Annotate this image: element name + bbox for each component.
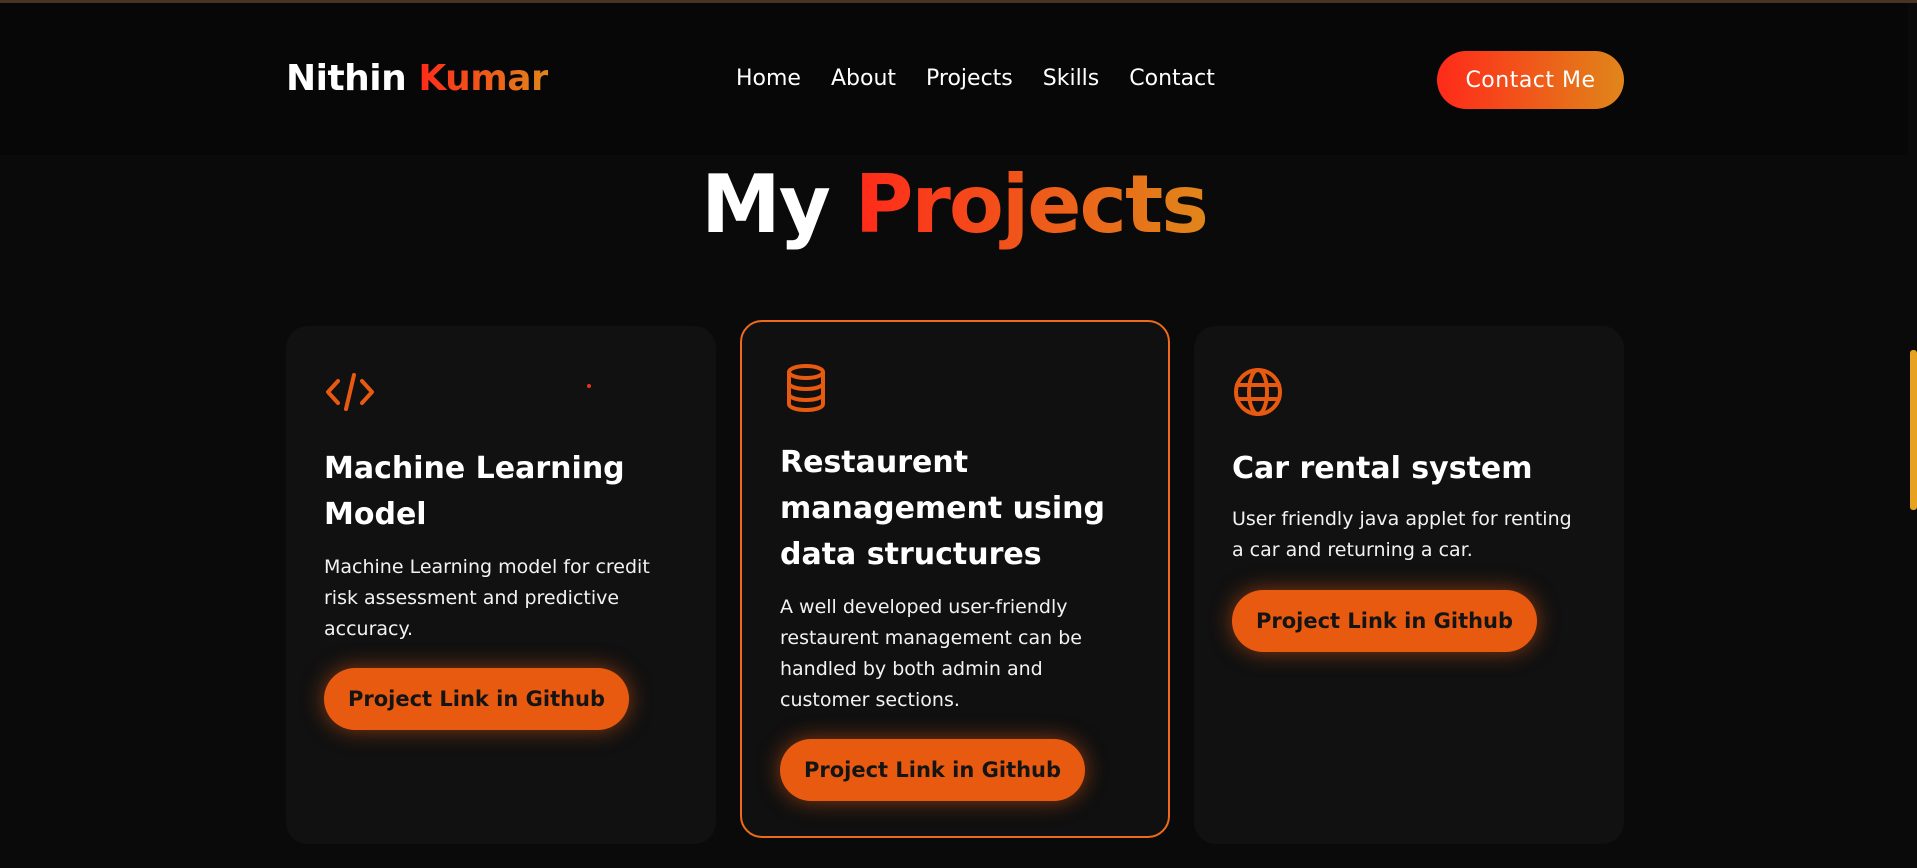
nav-link-about[interactable]: About bbox=[831, 66, 896, 91]
nav-link-projects[interactable]: Projects bbox=[926, 66, 1013, 91]
section-title-accent: Projects bbox=[854, 158, 1209, 251]
contact-me-button[interactable]: Contact Me bbox=[1437, 51, 1624, 109]
github-link-button[interactable]: Project Link in Github bbox=[324, 668, 629, 730]
project-card: Restaurent management using data structu… bbox=[740, 320, 1170, 838]
code-icon bbox=[324, 366, 376, 418]
github-link-button[interactable]: Project Link in Github bbox=[780, 739, 1085, 801]
project-title: Restaurent management using data structu… bbox=[780, 445, 1106, 572]
project-title: Car rental system bbox=[1232, 451, 1533, 486]
project-description: User friendly java applet for renting a … bbox=[1232, 508, 1572, 561]
logo[interactable]: Nithin Kumar bbox=[286, 58, 549, 99]
navbar: Nithin Kumar Home About Projects Skills … bbox=[0, 3, 1908, 155]
project-description: A well developed user-friendly restauren… bbox=[780, 596, 1082, 711]
logo-last-name: Kumar bbox=[418, 58, 549, 99]
nav-link-contact[interactable]: Contact bbox=[1129, 66, 1215, 91]
project-title: Machine Learning Model bbox=[324, 451, 625, 532]
project-card: Machine Learning Model Machine Learning … bbox=[286, 326, 716, 844]
nav-link-home[interactable]: Home bbox=[736, 66, 801, 91]
nav-links: Home About Projects Skills Contact bbox=[736, 66, 1215, 91]
section-title: My Projects bbox=[0, 158, 1908, 251]
scrollbar-thumb[interactable] bbox=[1910, 350, 1917, 510]
github-link-button[interactable]: Project Link in Github bbox=[1232, 590, 1537, 652]
project-description: Machine Learning model for credit risk a… bbox=[324, 556, 650, 640]
project-card: Car rental system User friendly java app… bbox=[1194, 326, 1624, 844]
nav-link-skills[interactable]: Skills bbox=[1043, 66, 1100, 91]
section-title-plain: My bbox=[701, 158, 831, 251]
globe-icon bbox=[1232, 366, 1284, 418]
database-icon bbox=[780, 362, 832, 414]
decorative-dot bbox=[587, 384, 591, 388]
logo-first-name: Nithin bbox=[286, 58, 407, 99]
